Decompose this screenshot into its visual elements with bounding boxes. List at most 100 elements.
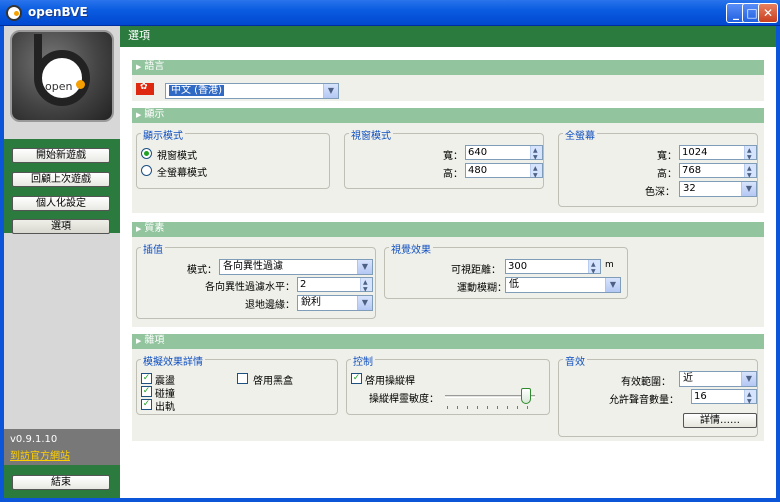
section-misc-body: 模擬效果詳情 ✓ 震盪 ✓ 碰撞 ✓ 出軌 啓用黑盒 控制 ✓ 啓用操縱桿 操縱… — [132, 349, 764, 441]
spinner-arrows-icon[interactable] — [744, 144, 756, 164]
logo-text: open — [45, 80, 73, 93]
window-height-value: 480 — [468, 165, 488, 176]
chevron-down-icon: ▼ — [357, 296, 372, 310]
collision-checkbox[interactable]: ✓ — [141, 386, 152, 397]
display-mode-group: 顯示模式 視窗模式 全螢幕模式 — [136, 127, 330, 189]
anisotropic-level-label: 各向異性過濾水平： — [205, 282, 295, 293]
edge-wrap-label: 退地邊緣： — [245, 300, 295, 311]
chevron-down-icon: ▼ — [357, 260, 372, 274]
slider-tick — [477, 406, 478, 409]
anisotropic-level-input[interactable]: 2 — [297, 276, 373, 296]
fullscreen-group-label: 全螢幕 — [563, 127, 597, 142]
close-button[interactable]: ✕ — [758, 3, 778, 23]
slider-tick — [457, 406, 458, 409]
sidebar: open 開始新遊戲 回顧上次遊戲 個人化設定 選項 v0.9.1.10 到訪官… — [4, 26, 120, 498]
joystick-sensitivity-thumb[interactable] — [521, 388, 531, 404]
fullscreen-radio-label: 全螢幕模式 — [157, 168, 207, 179]
section-quality-body: 插值 模式： 各向異性過濾 ▼ 各向異性過濾水平： 2 退地邊緣： 銳利 ▼ 視覺效… — [132, 237, 764, 327]
slider-tick — [487, 406, 488, 409]
fullscreen-height-value: 768 — [682, 165, 702, 176]
fullscreen-depth-select[interactable]: 32 ▼ — [679, 181, 757, 197]
spinner-arrows-icon[interactable] — [360, 276, 372, 296]
sound-count-value: 16 — [694, 391, 707, 402]
chevron-down-icon: ▼ — [323, 84, 338, 98]
interpolation-group-label: 插值 — [141, 241, 165, 256]
window-width-input[interactable]: 640 — [465, 144, 543, 164]
section-language-body: 中文 (香港) ▼ — [132, 75, 764, 101]
fullscreen-depth-value: 32 — [683, 183, 696, 194]
fullscreen-group: 全螢幕 寬： 1024 高： 768 色深： 32 ▼ — [558, 127, 758, 207]
title-bar: openBVE _ □ ✕ — [0, 0, 780, 26]
section-display-body: 顯示模式 視窗模式 全螢幕模式 視窗模式 寬： 640 高： 480 全螢幕 寬… — [132, 123, 764, 213]
motion-blur-value: 低 — [509, 279, 519, 290]
website-link[interactable]: 到訪官方網站 — [10, 447, 70, 462]
simulation-detail-group-label: 模擬效果詳情 — [141, 353, 205, 368]
sound-range-select[interactable]: 近 ▼ — [679, 371, 757, 387]
spinner-arrows-icon[interactable] — [744, 162, 756, 182]
window-height-label: 高： — [443, 169, 463, 180]
window-width-label: 寬： — [443, 151, 463, 162]
section-quality-header: ▶ 質素 — [132, 222, 764, 237]
slider-tick — [447, 406, 448, 409]
sidebar-button-options[interactable]: 選項 — [12, 219, 110, 234]
section-arrow-icon: ▶ — [136, 337, 142, 345]
slider-tick — [517, 406, 518, 409]
fullscreen-height-input[interactable]: 768 — [679, 162, 757, 182]
view-distance-input[interactable]: 300 — [505, 258, 601, 278]
spinner-arrows-icon[interactable] — [530, 162, 542, 182]
exit-button[interactable]: 結束 — [12, 475, 110, 490]
sound-range-label: 有效範圍： — [621, 377, 671, 388]
version-label: v0.9.1.10 — [10, 434, 58, 445]
blackbox-checkbox-label: 啓用黑盒 — [253, 376, 293, 387]
derail-checkbox[interactable]: ✓ — [141, 373, 152, 384]
anisotropic-level-value: 2 — [300, 279, 307, 290]
section-arrow-icon: ▶ — [136, 111, 142, 119]
openbve-logo: open — [10, 30, 114, 122]
motion-blur-label: 運動模糊： — [457, 283, 507, 294]
language-select[interactable]: 中文 (香港) ▼ — [165, 83, 339, 99]
chevron-down-icon: ▼ — [605, 278, 620, 292]
slider-tick — [467, 406, 468, 409]
page-title: 選項 — [120, 26, 776, 47]
blackbox-checkbox[interactable] — [237, 373, 248, 384]
fullscreen-width-input[interactable]: 1024 — [679, 144, 757, 164]
joystick-sensitivity-label: 操縱桿靈敏度： — [369, 394, 439, 405]
sidebar-button-new-game[interactable]: 開始新遊戲 — [12, 148, 110, 163]
logo-ring — [34, 50, 90, 106]
section-misc-title: 雜項 — [144, 335, 165, 346]
section-arrow-icon: ▶ — [136, 225, 142, 233]
spinner-arrows-icon[interactable] — [744, 388, 756, 408]
interpolation-group: 插值 模式： 各向異性過濾 ▼ 各向異性過濾水平： 2 退地邊緣： 銳利 ▼ — [136, 241, 376, 319]
toppling-checkbox[interactable]: ✓ — [141, 399, 152, 410]
view-distance-unit: m — [605, 260, 614, 270]
window-size-group: 視窗模式 寬： 640 高： 480 — [344, 127, 544, 189]
interpolation-mode-select[interactable]: 各向異性過濾 ▼ — [219, 259, 373, 275]
windowed-radio[interactable] — [141, 148, 152, 159]
edge-wrap-select[interactable]: 銳利 ▼ — [297, 295, 373, 311]
fullscreen-depth-label: 色深： — [645, 187, 675, 198]
sidebar-button-customize[interactable]: 個人化設定 — [12, 196, 110, 211]
sound-group: 音效 有效範圍： 近▼ 允許聲音數量： 16 詳情…… — [558, 353, 758, 437]
window-height-input[interactable]: 480 — [465, 162, 543, 182]
slider-tick — [527, 406, 528, 409]
sidebar-button-review-last-game[interactable]: 回顧上次遊戲 — [12, 172, 110, 187]
spinner-arrows-icon[interactable] — [530, 144, 542, 164]
view-distance-value: 300 — [508, 261, 528, 272]
view-distance-label: 可視距離： — [451, 265, 501, 276]
chevron-down-icon: ▼ — [741, 372, 756, 386]
control-group: 控制 ✓ 啓用操縱桿 操縱桿靈敏度： — [346, 353, 550, 415]
sound-details-button[interactable]: 詳情…… — [683, 413, 757, 428]
section-language-title: 語言 — [144, 61, 165, 72]
language-select-value: 中文 (香港) — [169, 85, 224, 96]
toppling-checkbox-label: 出軌 — [155, 402, 175, 413]
spinner-arrows-icon[interactable] — [588, 258, 600, 278]
fullscreen-height-label: 高： — [657, 169, 677, 180]
window-width-value: 640 — [468, 147, 488, 158]
window-title: openBVE — [28, 5, 88, 19]
fullscreen-radio[interactable] — [141, 165, 152, 176]
slider-tick — [497, 406, 498, 409]
sound-count-input[interactable]: 16 — [691, 388, 757, 408]
motion-blur-select[interactable]: 低 ▼ — [505, 277, 621, 293]
joystick-checkbox[interactable]: ✓ — [351, 373, 362, 384]
display-mode-group-label: 顯示模式 — [141, 127, 185, 142]
